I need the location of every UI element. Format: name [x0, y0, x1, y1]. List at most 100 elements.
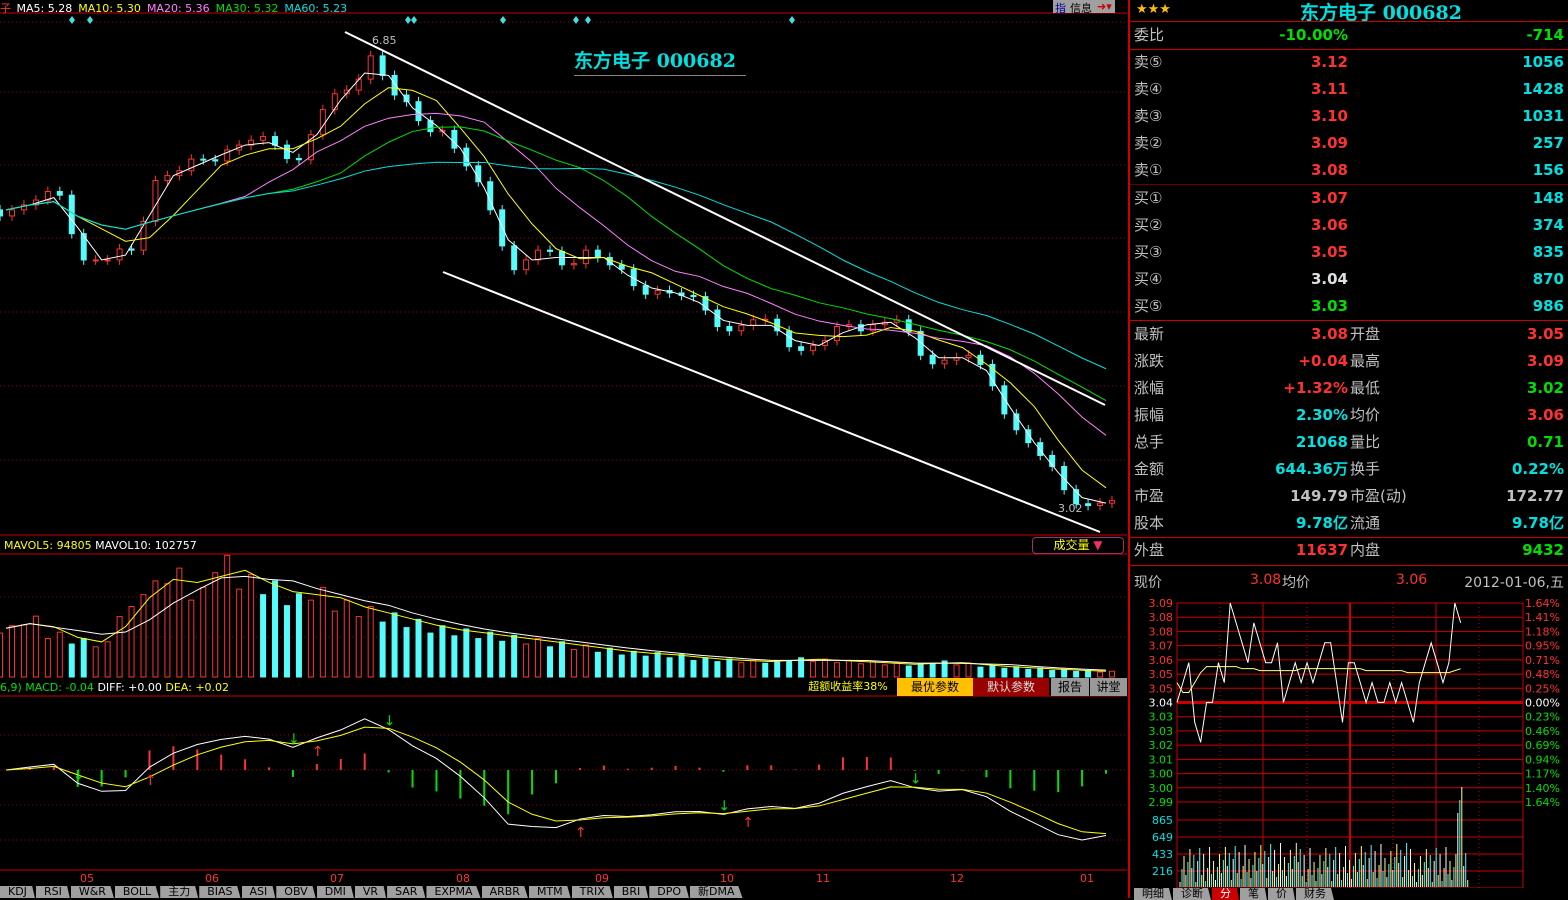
- candle: [582, 249, 589, 265]
- stat-label-2: 市盈(动): [1350, 487, 1407, 505]
- indicator-tab[interactable]: ARBR: [481, 886, 528, 898]
- info-toolbar: 指 信息 ➜▾: [1053, 0, 1115, 15]
- report-button[interactable]: 报告: [1051, 678, 1089, 696]
- stat-value-2: 3.06: [1526, 406, 1564, 424]
- indicator-tab[interactable]: VR: [354, 886, 387, 898]
- kline-chart[interactable]: ↓ ↑ ↓ ↑ ↓ ↑ ↓ ↑ ↓: [0, 0, 1128, 886]
- volume-bar: [822, 658, 829, 678]
- best-params-button[interactable]: 最优参数: [897, 678, 973, 696]
- candle: [869, 324, 876, 332]
- signal-diamond-icon: [573, 16, 579, 24]
- stat-row: 金额 644.36万 换手 0.22%: [1130, 456, 1568, 483]
- volume-bar: [188, 599, 195, 678]
- stat-row: 市盈 149.79 市盈(动) 172.77: [1130, 483, 1568, 510]
- lecture-button[interactable]: 讲堂: [1090, 678, 1127, 696]
- weibi-pct: -10.00%: [1279, 26, 1348, 44]
- ask-row: 卖② 3.09 257: [1130, 130, 1568, 157]
- indicator-tab[interactable]: DMI: [316, 886, 354, 898]
- volume-bar: [415, 618, 422, 678]
- volume-bar: [152, 580, 159, 678]
- candle: [0, 209, 4, 217]
- ask-row-label: 卖①: [1134, 161, 1163, 179]
- minute-tab[interactable]: 明细: [1134, 888, 1172, 900]
- minute-tab[interactable]: 财务: [1296, 888, 1334, 900]
- indicator-tab[interactable]: DPO: [649, 886, 689, 898]
- indicator-tab[interactable]: BIAS: [199, 886, 241, 898]
- macd-legend: 6,9) MACD: -0.04 DIFF: +0.00 DEA: +0.02: [0, 681, 229, 694]
- indicator-tab[interactable]: RSI: [35, 886, 70, 898]
- indicator-tab[interactable]: OBV: [276, 886, 316, 898]
- volume-bar: [224, 554, 231, 678]
- waipan-value: 11637: [1295, 541, 1348, 559]
- volume-bar: [391, 612, 398, 678]
- bid-row: 买④ 3.04 870: [1130, 266, 1568, 293]
- indicator-tab[interactable]: BOLL: [114, 886, 160, 898]
- candle: [68, 194, 75, 235]
- volume-bar: [319, 586, 326, 678]
- indicator-tab[interactable]: BRI: [613, 886, 649, 898]
- stat-label-2: 换手: [1350, 460, 1381, 478]
- volume-bar: [236, 588, 243, 678]
- minute-tab[interactable]: 分: [1212, 888, 1239, 900]
- exit-arrow-icon[interactable]: ➜▾: [1094, 0, 1115, 13]
- volume-tick: 865: [1152, 814, 1173, 827]
- ma-legend-item: MA60: 5.23: [284, 2, 348, 15]
- candle: [654, 289, 661, 295]
- buy-arrow-icon: ↑: [575, 825, 587, 841]
- default-params-button[interactable]: 默认参数: [973, 678, 1049, 696]
- indicator-tab[interactable]: SAR: [387, 886, 426, 898]
- candle: [212, 159, 219, 162]
- volume-bar: [200, 586, 207, 678]
- bid-row: 买③ 3.05 835: [1130, 239, 1568, 266]
- price-tick: 3.06: [1149, 654, 1174, 667]
- low-price-label: 3.02: [1058, 502, 1083, 515]
- volume-bar: [92, 646, 99, 678]
- volume-bar: [618, 654, 625, 678]
- indicator-tab[interactable]: TRIX: [571, 886, 613, 898]
- volume-bar: [905, 665, 912, 678]
- indicator-tab[interactable]: ASI: [241, 886, 276, 898]
- mavol10-line: [5, 575, 1107, 671]
- bid-row-label: 买④: [1134, 270, 1163, 288]
- volume-bar: [869, 661, 876, 678]
- volume-bar: [594, 651, 601, 678]
- candle: [56, 191, 63, 196]
- candle: [451, 129, 458, 149]
- minute-tab[interactable]: 笔: [1240, 888, 1267, 900]
- index-button[interactable]: 指: [1053, 0, 1068, 15]
- candle: [929, 354, 936, 365]
- stat-value: 21068: [1295, 433, 1348, 451]
- bid-row-price: 3.07: [1310, 189, 1348, 207]
- candle: [558, 250, 565, 266]
- stat-label: 金额: [1134, 460, 1165, 478]
- stat-value: +1.32%: [1283, 379, 1348, 397]
- volume-bar: [1085, 670, 1092, 678]
- indicator-tab[interactable]: W&R: [70, 886, 114, 898]
- minute-tab[interactable]: 诊断: [1173, 888, 1211, 900]
- candle: [475, 165, 482, 183]
- kline-panel[interactable]: ↓ ↑ ↓ ↑ ↓ ↑ ↓ ↑ ↓ 子 MA5: 5.28 MA10: 5.30 MA20: 5.3…: [0, 0, 1128, 898]
- volume-bar: [1073, 671, 1080, 678]
- signal-diamond-icon: [789, 16, 795, 24]
- date-tick: 07: [330, 872, 344, 885]
- indicator-tab[interactable]: KDJ: [0, 886, 35, 898]
- volume-bar: [439, 625, 446, 678]
- minute-tab[interactable]: 价: [1268, 888, 1295, 900]
- rating-stars-icon: ★★★: [1136, 2, 1171, 17]
- indicator-tab[interactable]: EXPMA: [426, 886, 481, 898]
- indicator-tab[interactable]: 主力: [160, 886, 199, 898]
- bid-row-label: 买③: [1134, 243, 1163, 261]
- indicator-tab[interactable]: 新DMA: [690, 886, 743, 898]
- indicator-selector[interactable]: 成交量 ▼: [1032, 537, 1124, 554]
- ma-line-ma60: [5, 161, 1107, 370]
- volume-bar: [343, 599, 350, 678]
- minute-chart[interactable]: 3.09 1.64% 3.08 1.41% 3.08 1.18% 3.07 0.95% 3.06…: [1130, 595, 1568, 888]
- ask-row: 卖④ 3.11 1428: [1130, 76, 1568, 103]
- bid-row-volume: 148: [1532, 189, 1564, 207]
- pct-tick: 1.41%: [1525, 611, 1560, 624]
- info-button[interactable]: 信息: [1068, 0, 1094, 15]
- indicator-tab[interactable]: MTM: [528, 886, 571, 898]
- volume-bar: [164, 583, 171, 678]
- ask-row-label: 卖③: [1134, 107, 1163, 125]
- waipan-label: 外盘: [1134, 541, 1165, 559]
